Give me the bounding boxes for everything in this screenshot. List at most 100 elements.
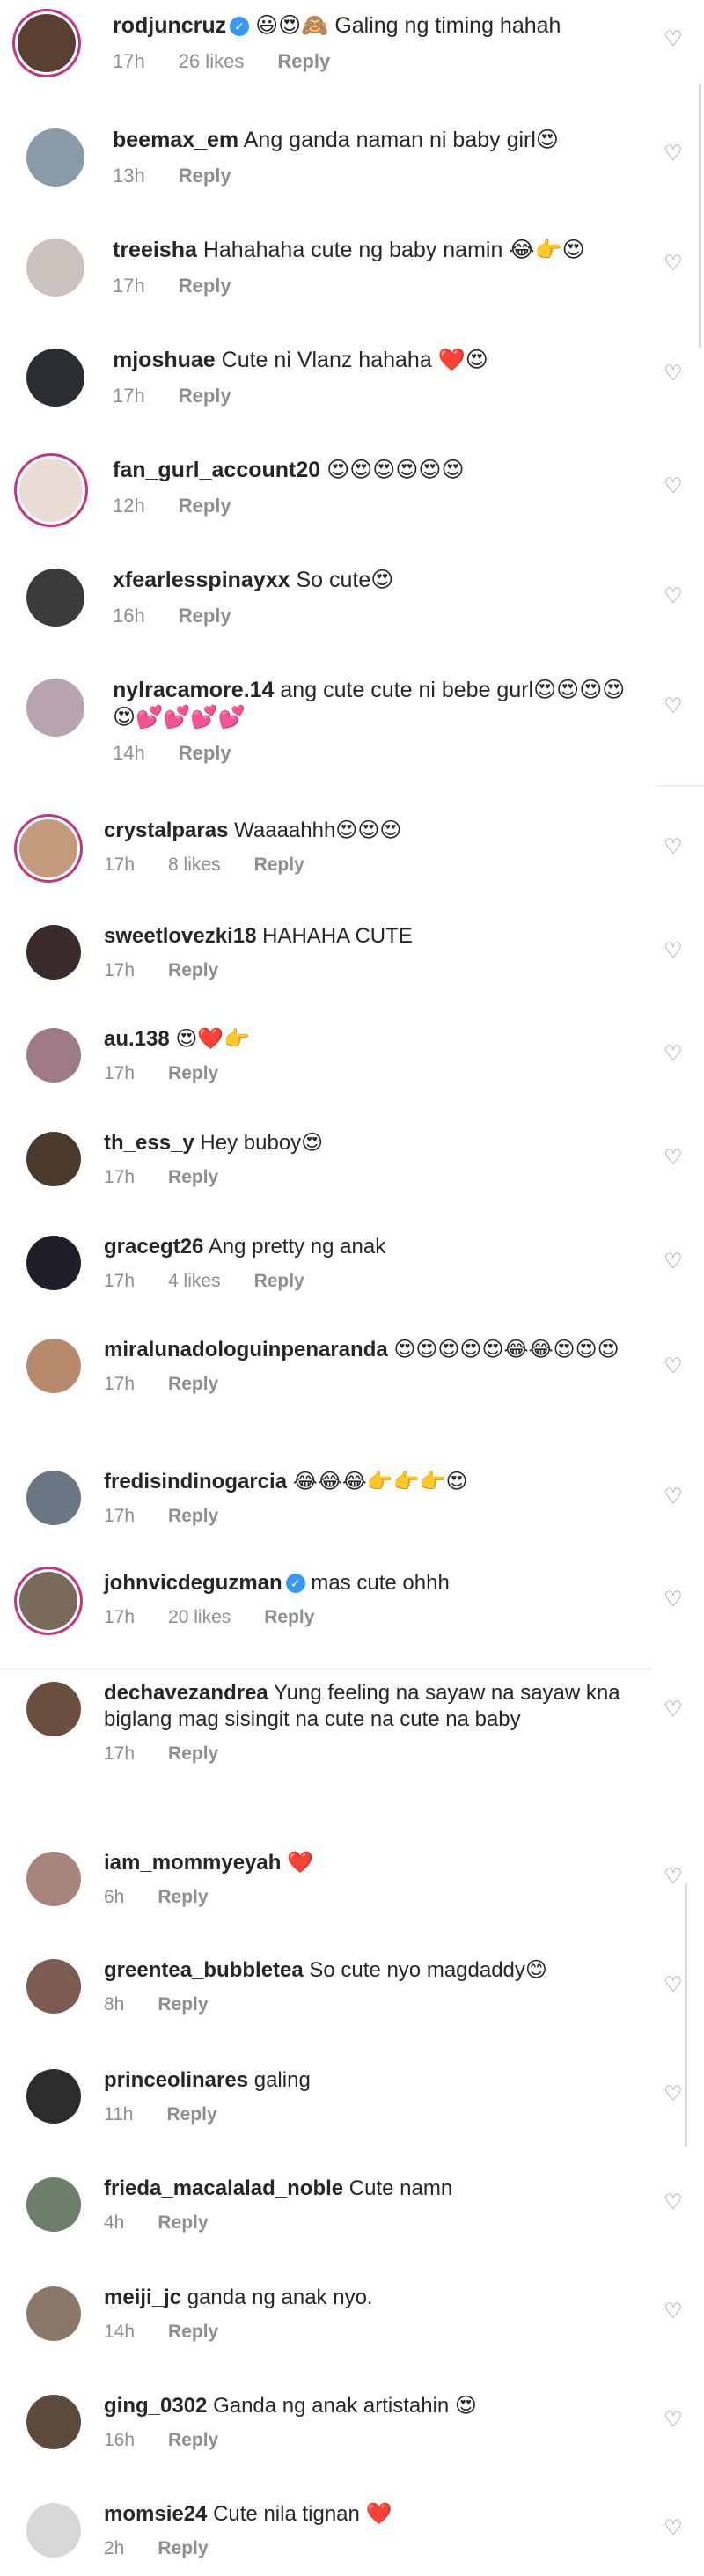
heart-outline-icon[interactable]: ♡ <box>662 585 685 608</box>
reply-button[interactable]: Reply <box>168 1506 218 1526</box>
heart-outline-icon[interactable]: ♡ <box>662 1043 685 1066</box>
username-link[interactable]: sweetlovezki18 <box>104 924 256 948</box>
avatar[interactable] <box>26 569 84 627</box>
avatar[interactable] <box>26 128 84 187</box>
reply-button[interactable]: Reply <box>168 2430 218 2450</box>
scrollbar[interactable] <box>699 84 701 348</box>
avatar[interactable] <box>26 1236 81 1290</box>
avatar[interactable] <box>26 1471 81 1525</box>
heart-outline-icon[interactable]: ♡ <box>662 1486 685 1508</box>
likes-count[interactable]: 20 likes <box>168 1607 231 1627</box>
username-link[interactable]: ging_0302 <box>104 2394 207 2418</box>
avatar[interactable] <box>26 679 84 737</box>
reply-button[interactable]: Reply <box>158 2213 208 2233</box>
username-link[interactable]: crystalparas <box>104 818 228 842</box>
comment-text-line: xfearlesspinayxx So cute😍 <box>113 567 634 594</box>
heart-outline-icon[interactable]: ♡ <box>662 2301 685 2323</box>
username-link[interactable]: fan_gurl_account20 <box>113 458 320 482</box>
likes-count[interactable]: 4 likes <box>168 1271 221 1291</box>
username-link[interactable]: rodjuncruz <box>113 13 226 38</box>
heart-outline-icon[interactable]: ♡ <box>662 1147 685 1170</box>
avatar[interactable] <box>19 459 83 522</box>
reply-button[interactable]: Reply <box>168 1167 218 1187</box>
reply-button[interactable]: Reply <box>179 275 231 297</box>
avatar[interactable] <box>26 2177 81 2232</box>
reply-button[interactable]: Reply <box>168 1743 218 1764</box>
heart-outline-icon[interactable]: ♡ <box>662 363 685 385</box>
username-link[interactable]: xfearlesspinayxx <box>113 568 290 592</box>
reply-button[interactable]: Reply <box>277 50 330 72</box>
username-link[interactable]: meiji_jc <box>104 2286 181 2309</box>
heart-outline-icon[interactable]: ♡ <box>662 940 685 963</box>
username-link[interactable]: fredisindinogarcia <box>104 1470 287 1493</box>
avatar[interactable] <box>26 2069 81 2124</box>
heart-outline-icon[interactable]: ♡ <box>662 1251 685 1273</box>
heart-outline-icon[interactable]: ♡ <box>662 143 685 165</box>
comment-text: So cute😍 <box>296 568 394 592</box>
avatar[interactable] <box>26 2395 81 2449</box>
heart-outline-icon[interactable]: ♡ <box>662 2409 685 2432</box>
avatar[interactable] <box>26 925 81 980</box>
reply-button[interactable]: Reply <box>264 1607 314 1627</box>
reply-button[interactable]: Reply <box>179 165 231 187</box>
avatar[interactable] <box>18 14 76 72</box>
reply-button[interactable]: Reply <box>158 2538 208 2558</box>
avatar[interactable] <box>26 1028 81 1083</box>
heart-outline-icon[interactable]: ♡ <box>662 475 685 498</box>
avatar[interactable] <box>26 1132 81 1186</box>
reply-button[interactable]: Reply <box>254 1271 304 1291</box>
username-link[interactable]: miralunadologuinpenaranda <box>104 1338 388 1361</box>
username-link[interactable]: gracegt26 <box>104 1235 203 1259</box>
avatar[interactable] <box>19 819 77 877</box>
heart-outline-icon[interactable]: ♡ <box>662 1589 685 1611</box>
reply-button[interactable]: Reply <box>179 742 231 764</box>
reply-button[interactable]: Reply <box>158 1887 208 1907</box>
reply-button[interactable]: Reply <box>168 1374 218 1394</box>
avatar[interactable] <box>26 1682 81 1736</box>
username-link[interactable]: dechavezandrea <box>104 1681 268 1705</box>
likes-count[interactable]: 8 likes <box>168 855 221 875</box>
reply-button[interactable]: Reply <box>166 2104 216 2125</box>
likes-count[interactable]: 26 likes <box>179 50 245 72</box>
avatar[interactable] <box>26 349 84 407</box>
username-link[interactable]: frieda_macalalad_noble <box>104 2176 343 2200</box>
username-link[interactable]: mjoshuae <box>113 348 216 372</box>
heart-outline-icon[interactable]: ♡ <box>662 1866 685 1889</box>
avatar[interactable] <box>26 1339 81 1393</box>
reply-button[interactable]: Reply <box>168 960 218 980</box>
reply-button[interactable]: Reply <box>254 855 304 875</box>
heart-outline-icon[interactable]: ♡ <box>662 836 685 859</box>
username-link[interactable]: iam_mommyeyah <box>104 1851 281 1875</box>
username-link[interactable]: johnvicdeguzman <box>104 1571 282 1595</box>
heart-outline-icon[interactable]: ♡ <box>662 253 685 275</box>
avatar[interactable] <box>26 239 84 297</box>
heart-outline-icon[interactable]: ♡ <box>662 28 685 51</box>
heart-outline-icon[interactable]: ♡ <box>662 1699 685 1721</box>
heart-outline-icon[interactable]: ♡ <box>662 2083 685 2106</box>
username-link[interactable]: nylracamore.14 <box>113 678 274 702</box>
username-link[interactable]: au.138 <box>104 1027 170 1051</box>
username-link[interactable]: greentea_bubbletea <box>104 1958 304 1982</box>
username-link[interactable]: th_ess_y <box>104 1131 194 1155</box>
heart-outline-icon[interactable]: ♡ <box>662 1355 685 1378</box>
username-link[interactable]: princeolinares <box>104 2068 248 2092</box>
username-link[interactable]: beemax_em <box>113 128 238 152</box>
reply-button[interactable]: Reply <box>168 1063 218 1083</box>
heart-outline-icon[interactable]: ♡ <box>662 1974 685 1997</box>
avatar[interactable] <box>26 2503 81 2558</box>
reply-button[interactable]: Reply <box>179 605 231 627</box>
reply-button[interactable]: Reply <box>168 2322 218 2342</box>
heart-outline-icon[interactable]: ♡ <box>662 2517 685 2540</box>
heart-outline-icon[interactable]: ♡ <box>662 695 685 718</box>
reply-button[interactable]: Reply <box>179 495 231 517</box>
reply-button[interactable]: Reply <box>179 385 231 407</box>
avatar[interactable] <box>26 1959 81 2014</box>
avatar[interactable] <box>19 1572 77 1630</box>
heart-outline-icon[interactable]: ♡ <box>662 2191 685 2214</box>
avatar[interactable] <box>26 1852 81 1906</box>
username-link[interactable]: momsie24 <box>104 2502 207 2526</box>
username-link[interactable]: treeisha <box>113 238 197 262</box>
reply-button[interactable]: Reply <box>158 1994 208 2015</box>
scrollbar[interactable] <box>685 1883 687 2147</box>
avatar[interactable] <box>26 2286 81 2341</box>
